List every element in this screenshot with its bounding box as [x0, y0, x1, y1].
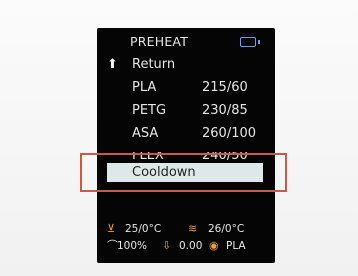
sd-card-icon — [240, 37, 260, 47]
fan-percent: 100% — [117, 240, 148, 252]
menu-row-return[interactable]: ⬆ Return — [97, 55, 275, 75]
preheat-item-petg[interactable]: PETG 230/85 — [97, 101, 275, 121]
preheat-item-pla[interactable]: PLA 215/60 — [97, 78, 275, 98]
screen-title: PREHEAT — [130, 34, 189, 49]
preheat-item-asa[interactable]: ASA 260/100 — [97, 124, 275, 144]
preset-temp: 260/100 — [202, 126, 257, 141]
z-value: 0.00 — [179, 240, 203, 252]
preset-temp: 215/60 — [202, 80, 248, 95]
hotend-temp: 26/0°C — [208, 223, 245, 235]
return-label: Return — [132, 57, 176, 72]
feedrate-icon: ⇩ — [162, 239, 172, 252]
status-bottom-bar: ⌒ 100% ⇩ 0.00 ◉ PLA — [97, 238, 275, 254]
up-arrow-return-icon: ⬆ — [107, 57, 118, 72]
preset-name: ASA — [132, 126, 159, 141]
hotend-heater-icon: ≋ — [188, 222, 198, 235]
highlight-box — [80, 153, 287, 192]
status-temperatures: ⊻ 25/0°C ≋ 26/0°C — [97, 221, 275, 237]
bed-temp: 25/0°C — [125, 223, 162, 235]
material-label: PLA — [226, 240, 246, 252]
preset-name: PLA — [132, 80, 157, 95]
preset-name: PETG — [132, 103, 167, 118]
bed-heater-icon: ⊻ — [107, 222, 116, 235]
preset-temp: 230/85 — [202, 103, 248, 118]
filament-icon: ◉ — [209, 239, 219, 252]
screen-overlap-mask — [97, 145, 275, 152]
